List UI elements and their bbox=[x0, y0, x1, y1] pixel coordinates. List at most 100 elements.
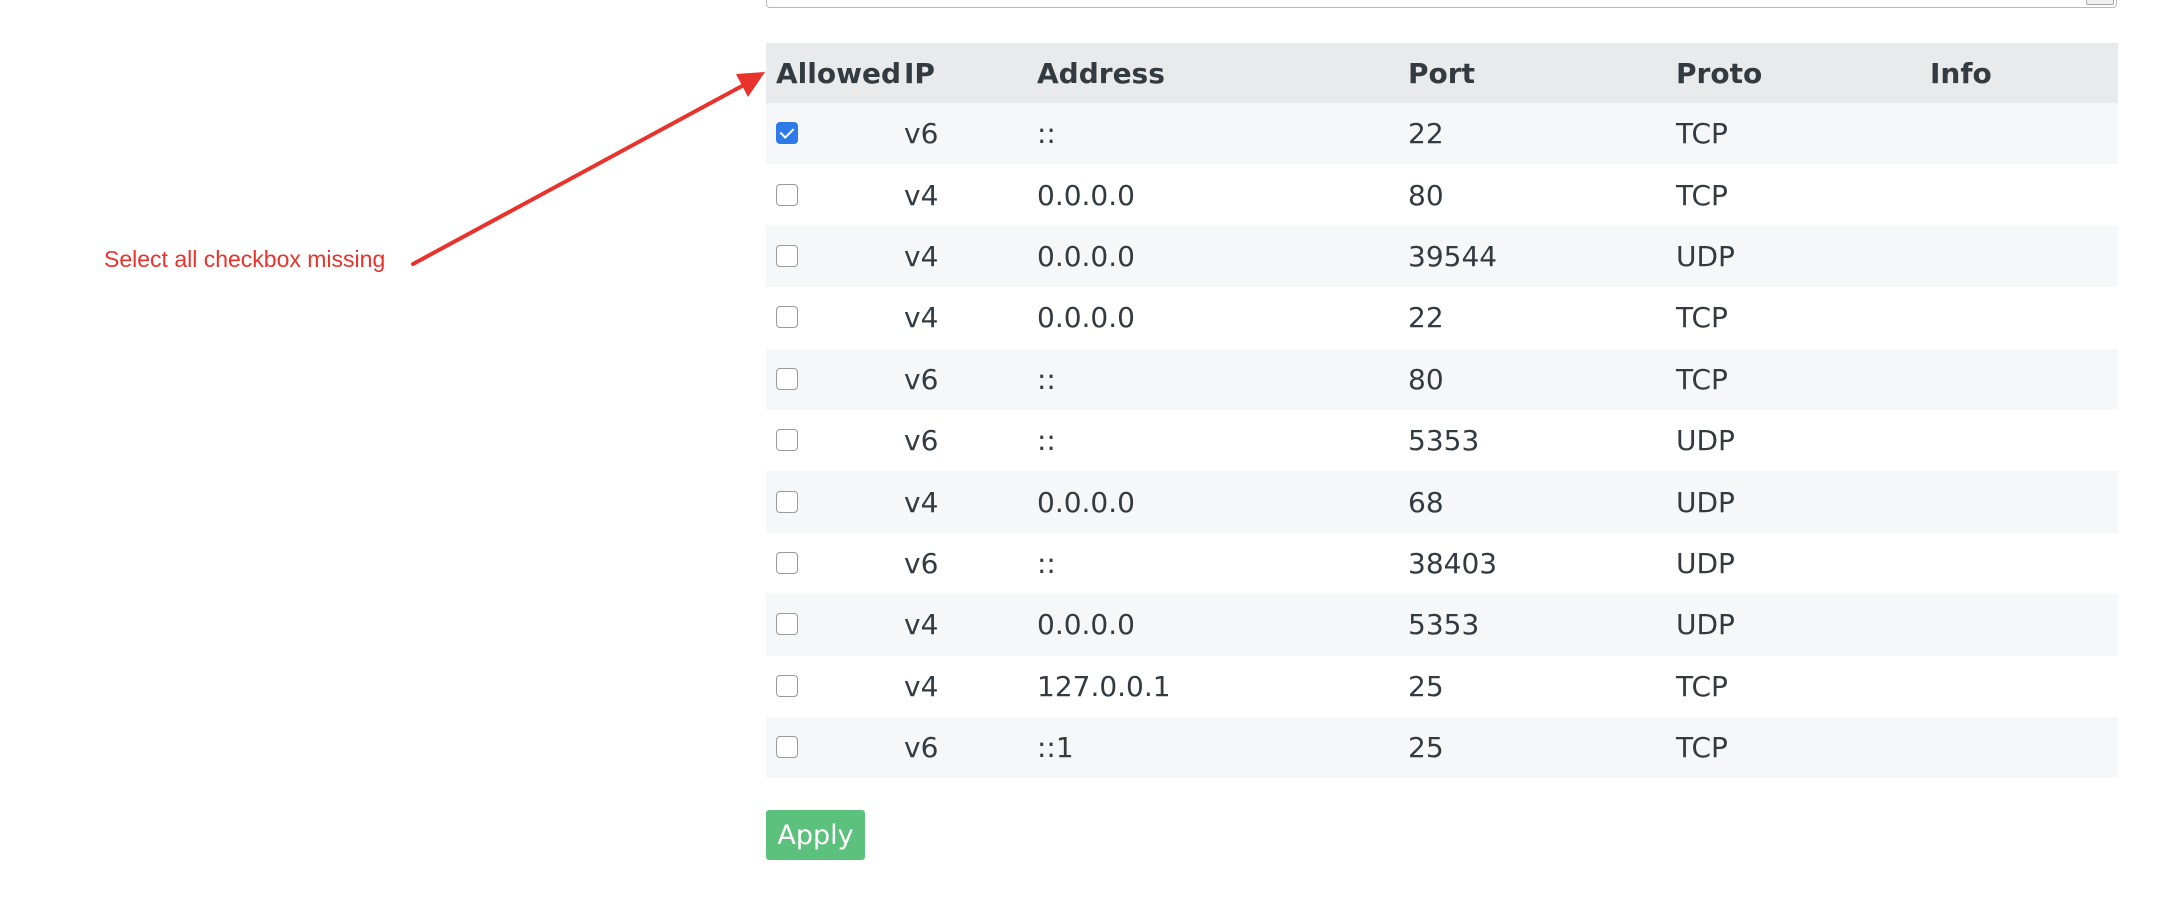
column-header-port: Port bbox=[1398, 43, 1666, 103]
cell-port: 68 bbox=[1398, 471, 1666, 533]
allowed-checkbox[interactable] bbox=[776, 674, 798, 697]
column-header-allowed: Allowed bbox=[766, 43, 901, 103]
table-row: v6:: 80 TCP bbox=[766, 348, 2118, 410]
cell-port: 22 bbox=[1398, 287, 1666, 349]
cell-ip: v6 bbox=[894, 716, 1027, 779]
text-area[interactable] bbox=[766, 0, 2117, 8]
column-header-address: Address bbox=[1027, 43, 1398, 103]
allowed-checkbox[interactable] bbox=[776, 613, 798, 636]
cell-port: 80 bbox=[1398, 164, 1666, 226]
cell-info bbox=[1920, 716, 2118, 779]
cell-proto: TCP bbox=[1666, 655, 1920, 717]
cell-allowed bbox=[766, 471, 894, 533]
table-row: v6:: 38403 UDP bbox=[766, 532, 2118, 595]
cell-allowed bbox=[766, 716, 894, 779]
cell-ip: v6 bbox=[894, 409, 1027, 472]
cell-info bbox=[1920, 103, 2118, 165]
cell-port: 38403 bbox=[1398, 532, 1666, 595]
column-header-proto: Proto bbox=[1666, 43, 1920, 103]
cell-port: 39544 bbox=[1398, 225, 1666, 288]
cell-address: :: bbox=[1027, 348, 1398, 410]
table-row: v4 0.0.0.0 39544 UDP bbox=[766, 225, 2118, 288]
table-row: v4 0.0.0.0 22 TCP bbox=[766, 287, 2118, 349]
cell-address: 0.0.0.0 bbox=[1027, 287, 1398, 349]
cell-address: ::1 bbox=[1027, 716, 1398, 779]
cell-allowed bbox=[766, 225, 894, 288]
cell-allowed bbox=[766, 655, 894, 717]
cell-info bbox=[1920, 594, 2118, 656]
cell-address: 127.0.0.1 bbox=[1027, 655, 1398, 717]
cell-proto: UDP bbox=[1666, 532, 1920, 595]
allowed-checkbox[interactable] bbox=[776, 490, 798, 513]
cell-allowed bbox=[766, 103, 894, 165]
cell-proto: UDP bbox=[1666, 225, 1920, 288]
cell-proto: TCP bbox=[1666, 287, 1920, 349]
cell-info bbox=[1920, 225, 2118, 288]
cell-proto: UDP bbox=[1666, 471, 1920, 533]
cell-proto: TCP bbox=[1666, 348, 1920, 410]
cell-ip: v4 bbox=[894, 287, 1027, 349]
table-row: v6::1 25 TCP bbox=[766, 716, 2118, 779]
cell-ip: v6 bbox=[894, 348, 1027, 410]
cell-info bbox=[1920, 287, 2118, 349]
allowed-checkbox[interactable] bbox=[776, 551, 798, 574]
cell-proto: TCP bbox=[1666, 716, 1920, 779]
ports-table: Allowed IP Address Port Proto Info v6:: 2… bbox=[766, 43, 2118, 779]
cell-info bbox=[1920, 532, 2118, 595]
allowed-checkbox[interactable] bbox=[776, 306, 798, 329]
table-row: v4 127.0.0.1 25 TCP bbox=[766, 655, 2118, 717]
table-body: v6:: 22 TCP v4 0.0.0.0 80 TCP v4 0.0.0.0 39544 UDP… bbox=[766, 103, 2118, 779]
cell-address: :: bbox=[1027, 409, 1398, 472]
cell-info bbox=[1920, 471, 2118, 533]
cell-allowed bbox=[766, 532, 894, 595]
cell-allowed bbox=[766, 409, 894, 472]
cell-ip: v4 bbox=[894, 471, 1027, 533]
table-row: v4 0.0.0.0 80 TCP bbox=[766, 164, 2118, 226]
allowed-checkbox[interactable] bbox=[776, 429, 798, 452]
cell-allowed bbox=[766, 348, 894, 410]
cell-ip: v4 bbox=[894, 225, 1027, 288]
resize-handle[interactable] bbox=[2086, 0, 2114, 5]
apply-button[interactable]: Apply bbox=[766, 810, 865, 860]
column-header-info: Info bbox=[1920, 43, 2118, 103]
allowed-checkbox[interactable] bbox=[776, 122, 798, 145]
cell-address: 0.0.0.0 bbox=[1027, 164, 1398, 226]
cell-proto: UDP bbox=[1666, 594, 1920, 656]
table-row: v6:: 5353 UDP bbox=[766, 409, 2118, 472]
annotation-label: Select all checkbox missing bbox=[104, 246, 386, 272]
cell-info bbox=[1920, 164, 2118, 226]
cell-address: :: bbox=[1027, 103, 1398, 165]
cell-address: 0.0.0.0 bbox=[1027, 594, 1398, 656]
table-row: v6:: 22 TCP bbox=[766, 103, 2118, 165]
table-header-row: Allowed IP Address Port Proto Info bbox=[766, 43, 2118, 103]
allowed-checkbox[interactable] bbox=[776, 183, 798, 206]
allowed-checkbox[interactable] bbox=[776, 736, 798, 759]
cell-address: 0.0.0.0 bbox=[1027, 471, 1398, 533]
cell-port: 5353 bbox=[1398, 409, 1666, 472]
allowed-checkbox[interactable] bbox=[776, 244, 798, 267]
cell-ip: v4 bbox=[894, 655, 1027, 717]
cell-ip: v6 bbox=[894, 103, 1027, 165]
cell-info bbox=[1920, 409, 2118, 472]
page: Allowed IP Address Port Proto Info v6:: 2… bbox=[0, 0, 2174, 900]
cell-proto: TCP bbox=[1666, 103, 1920, 165]
cell-address: :: bbox=[1027, 532, 1398, 595]
cell-port: 25 bbox=[1398, 716, 1666, 779]
cell-ip: v4 bbox=[894, 594, 1027, 656]
cell-address: 0.0.0.0 bbox=[1027, 225, 1398, 288]
cell-allowed bbox=[766, 594, 894, 656]
cell-proto: UDP bbox=[1666, 409, 1920, 472]
cell-port: 25 bbox=[1398, 655, 1666, 717]
table-row: v4 0.0.0.0 5353 UDP bbox=[766, 594, 2118, 656]
cell-ip: v4 bbox=[894, 164, 1027, 226]
cell-port: 5353 bbox=[1398, 594, 1666, 656]
cell-ip: v6 bbox=[894, 532, 1027, 595]
table-row: v4 0.0.0.0 68 UDP bbox=[766, 471, 2118, 533]
cell-port: 80 bbox=[1398, 348, 1666, 410]
cell-port: 22 bbox=[1398, 103, 1666, 165]
cell-proto: TCP bbox=[1666, 164, 1920, 226]
cell-allowed bbox=[766, 164, 894, 226]
cell-allowed bbox=[766, 287, 894, 349]
cell-info bbox=[1920, 348, 2118, 410]
allowed-checkbox[interactable] bbox=[776, 367, 798, 390]
